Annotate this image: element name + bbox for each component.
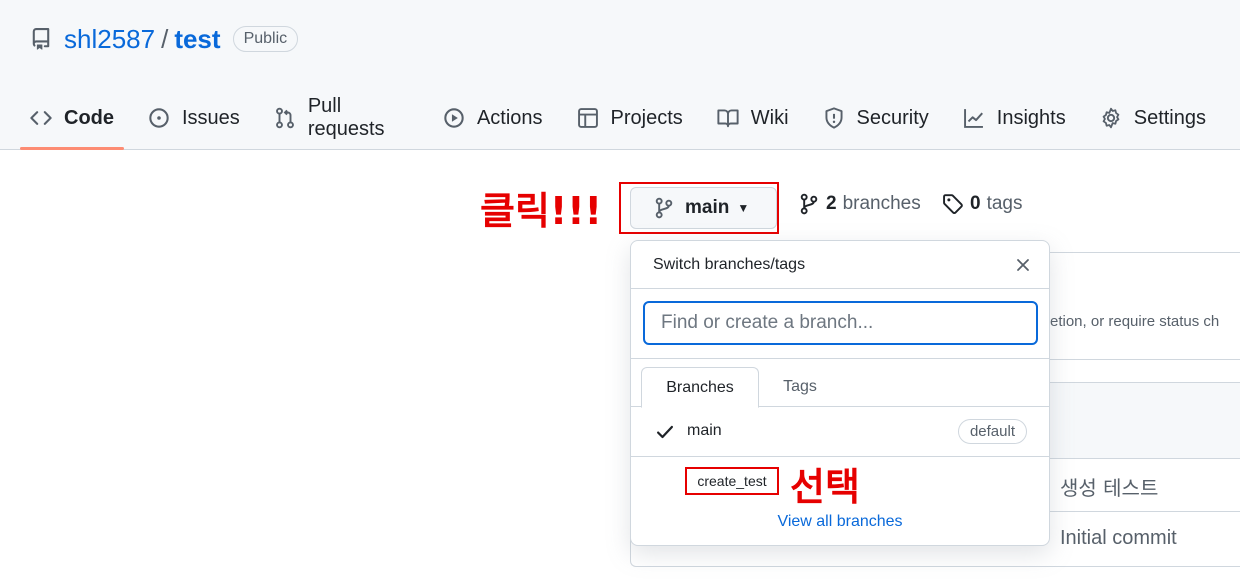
repo-separator: / [161,23,169,54]
tab-insights[interactable]: Insights [963,98,1066,138]
branch-item-label: main [687,422,722,439]
table-icon [577,107,599,129]
branch-item-create-test[interactable]: create_test [685,467,779,495]
branch-select-label: main [685,197,730,218]
code-icon [30,107,52,129]
gear-icon [1100,107,1122,129]
branches-count: 2 [826,193,837,214]
branch-select-button[interactable]: main ▼ [630,187,777,229]
branch-filter-input[interactable] [643,301,1038,345]
branches-label: branches [842,193,921,214]
tags-link[interactable]: 0 tags [942,193,1023,215]
filter-area [631,289,1049,359]
tab-tags[interactable]: Tags [765,367,835,407]
issue-icon [148,107,170,129]
visibility-badge: Public [232,26,299,52]
tab-label: Security [856,106,929,129]
tab-projects[interactable]: Projects [577,98,683,138]
book-icon [717,107,739,129]
commit-message[interactable]: Initial commit [1060,527,1177,550]
check-icon [655,422,675,442]
graph-icon [963,107,985,129]
git-branch-icon [798,193,820,215]
play-icon [443,107,465,129]
tab-label: Actions [476,106,543,129]
tab-label: Wiki [750,106,789,129]
pull-request-icon [274,107,296,129]
tab-settings[interactable]: Settings [1100,98,1206,138]
annotation-select-label: 선택 [790,465,860,509]
dropdown-tabs: Branches Tags [631,367,1049,408]
tab-label: Code [64,106,114,129]
tab-issues[interactable]: Issues [148,98,240,138]
annotation-click-label: 클릭!!! [480,189,602,233]
shield-icon [823,107,845,129]
git-branch-icon [653,197,675,219]
default-badge: default [957,419,1027,444]
repo-name-link[interactable]: test [174,24,220,55]
tags-label: tags [986,193,1023,214]
repo-nav-tabs: Code Issues Pull requests Actions Projec… [20,95,1240,150]
dropdown-header: Switch branches/tags [631,241,1049,289]
close-icon[interactable] [1011,253,1035,277]
background-notice-text: etion, or require status ch [1050,313,1220,330]
tab-actions[interactable]: Actions [443,98,543,138]
tab-code[interactable]: Code [20,98,124,150]
view-all-branches-link[interactable]: View all branches [631,513,1049,531]
tab-label: Settings [1133,106,1206,129]
repo-header: shl2587 / test Public Code Issues Pull r… [0,0,1240,150]
branches-link[interactable]: 2 branches [798,193,921,215]
tab-wiki[interactable]: Wiki [717,98,789,138]
repo-icon [30,28,52,50]
tags-count: 0 [970,193,981,214]
tab-security[interactable]: Security [823,98,929,138]
tab-label: Projects [610,106,683,129]
tab-label: Pull requests [307,95,385,140]
tab-label: Insights [996,106,1066,129]
commit-message[interactable]: 생성 테스트 [1060,472,1158,501]
tag-icon [942,193,964,215]
repo-owner-link[interactable]: shl2587 [64,24,155,55]
branch-item-main[interactable]: main default [631,407,1049,457]
caret-down-icon: ▼ [737,201,750,215]
dropdown-title: Switch branches/tags [653,255,806,273]
tab-pull-requests[interactable]: Pull requests [274,95,409,140]
tab-branches[interactable]: Branches [641,367,759,408]
tab-label: Issues [182,106,240,129]
repo-title: shl2587 / test Public [30,22,299,56]
